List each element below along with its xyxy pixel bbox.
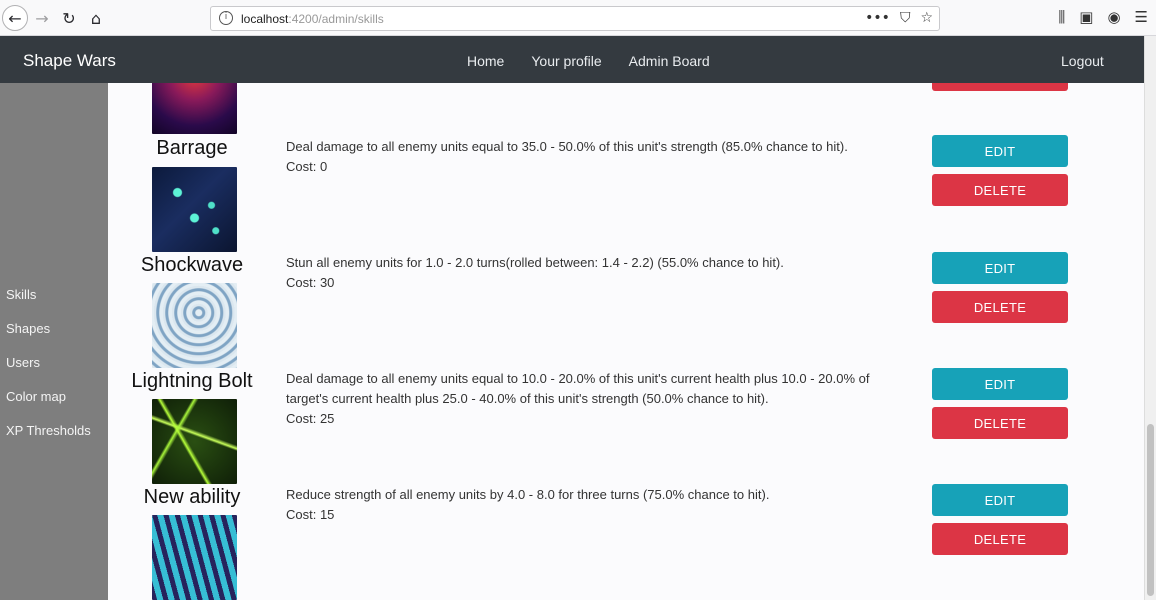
scrollbar-thumb[interactable] [1147,424,1154,596]
skill-image [152,283,237,368]
delete-button[interactable]: DELETE [932,523,1068,555]
sidebar-item-skills[interactable]: Skills [6,287,36,302]
skill-image [152,167,237,252]
edit-button[interactable]: EDIT [932,135,1068,167]
sidebar-toggle-icon[interactable]: ▣ [1079,8,1093,26]
app-navbar: Shape Wars Home Your profile Admin Board… [0,36,1144,83]
skill-image [152,399,237,484]
account-icon[interactable]: ◉ [1107,8,1120,26]
reload-icon[interactable]: ↻ [57,6,81,30]
logout-link[interactable]: Logout [1061,53,1104,69]
edit-button[interactable]: EDIT [932,252,1068,284]
info-icon[interactable]: i [219,11,233,25]
nav-home[interactable]: Home [467,53,504,69]
nav-admin-board[interactable]: Admin Board [629,53,710,69]
brand-logo[interactable]: Shape Wars [23,51,116,71]
delete-button[interactable]: DELETE [932,174,1068,206]
sidebar-item-color-map[interactable]: Color map [6,389,66,404]
nav-your-profile[interactable]: Your profile [531,53,601,69]
edit-button[interactable]: EDIT [932,484,1068,516]
skill-name: New ability [143,486,241,508]
skill-name: Lightning Bolt [131,370,253,392]
forward-icon[interactable]: → [30,6,54,30]
sidebar-item-users[interactable]: Users [6,355,40,370]
menu-icon[interactable]: ☰ [1135,8,1148,26]
skill-image [152,515,237,600]
library-icon[interactable]: ⫼ [1058,8,1065,26]
delete-button[interactable]: DELETE [932,291,1068,323]
home-icon[interactable]: ⌂ [84,6,108,30]
delete-button[interactable]: DELETE [932,83,1068,91]
browser-toolbar: ← → ↻ ⌂ i localhost:4200/admin/skills ••… [0,0,1156,36]
back-icon[interactable]: ← [2,5,28,31]
sidebar-item-shapes[interactable]: Shapes [6,321,50,336]
skill-image [152,83,237,134]
page-scrollbar[interactable] [1144,36,1156,600]
skill-description: Deal damage to all enemy units equal to … [286,139,848,174]
address-bar[interactable]: i localhost:4200/admin/skills ••• ⛉ ☆ [210,6,940,31]
url-text[interactable]: localhost:4200/admin/skills [241,12,384,26]
skill-name: Barrage [156,137,228,159]
skill-description: Reduce strength of all enemy units by 4.… [286,487,770,522]
bookmark-star-icon[interactable]: ☆ [920,10,933,26]
more-actions-icon[interactable]: ••• [865,10,890,26]
delete-button[interactable]: DELETE [932,407,1068,439]
sidebar-item-xp-thresholds[interactable]: XP Thresholds [6,423,91,438]
skill-description: Deal damage to all enemy units equal to … [286,371,870,426]
skills-list: DELETE Barrage Deal damage to all enemy … [108,83,1144,600]
skill-name: Shockwave [140,254,244,276]
pocket-icon[interactable]: ⛉ [900,10,911,26]
skill-description: Stun all enemy units for 1.0 - 2.0 turns… [286,255,784,290]
edit-button[interactable]: EDIT [932,368,1068,400]
admin-sidebar: Skills Shapes Users Color map XP Thresho… [0,83,108,600]
